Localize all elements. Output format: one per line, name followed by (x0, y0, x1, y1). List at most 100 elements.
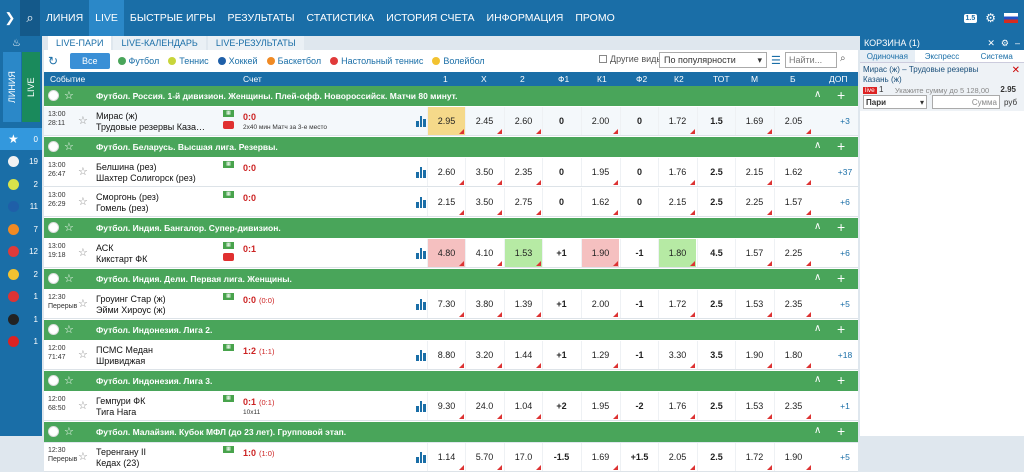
cart-tab-2[interactable]: Система (969, 50, 1024, 62)
odds-cell-2[interactable]: 17.0 (504, 443, 542, 471)
refresh-icon[interactable]: ↻ (48, 54, 62, 68)
odds-cell-М[interactable]: 1.53 (735, 392, 773, 420)
odds-cell-ТОТ[interactable]: 2.5 (697, 443, 735, 471)
odds-cell-X[interactable]: 3.80 (465, 290, 503, 318)
more-markets-link[interactable]: +6 (832, 188, 858, 216)
odds-cell-1[interactable]: 2.15 (427, 188, 465, 216)
odds-cell-М[interactable]: 1.90 (735, 341, 773, 369)
odds-cell-К1[interactable]: 1.95 (581, 158, 619, 186)
odds-cell-Ф1[interactable]: -1.5 (542, 443, 580, 471)
odds-cell-Б[interactable]: 1.62 (774, 158, 812, 186)
odds-cell-Ф2[interactable]: 0 (620, 107, 658, 135)
filter-sport-0[interactable]: Футбол (117, 56, 159, 66)
stats-field-icon[interactable]: ▦ (223, 110, 234, 117)
filter-sport-2[interactable]: Хоккей (217, 56, 258, 66)
filter-sport-4[interactable]: Настольный теннис (330, 56, 423, 66)
stats-field-icon[interactable]: ▦ (223, 242, 234, 249)
more-markets-link[interactable]: +1 (832, 392, 858, 420)
collapse-chevron-icon[interactable]: ∧ (814, 323, 821, 334)
add-icon[interactable]: + (837, 321, 845, 337)
minimize-icon[interactable]: – (1015, 38, 1020, 48)
sidebar-sport-billiards-icon[interactable]: 1 (0, 308, 42, 330)
odds-cell-ТОТ[interactable]: 4.5 (697, 239, 735, 267)
nav-item-4[interactable]: СТАТИСТИКА (301, 0, 381, 36)
event-row[interactable]: 12:00 71:47 ☆ ПСМС Медан Шривиджая ▦ 1:2 (1:1) 8… (44, 341, 858, 370)
sidebar-sport-football-icon[interactable]: 19 (0, 151, 42, 173)
team-home[interactable]: Гроуинг Стар (ж) (96, 294, 166, 304)
odds-cell-Б[interactable]: 1.80 (774, 341, 812, 369)
cart-tab-0[interactable]: Одиночная (860, 50, 915, 62)
odds-cell-Ф2[interactable]: -2 (620, 392, 658, 420)
odds-cell-Б[interactable]: 1.90 (774, 443, 812, 471)
sidebar-sport-hockey-icon[interactable]: 11 (0, 196, 42, 218)
video-stream-icon[interactable] (223, 121, 234, 129)
odds-cell-X[interactable]: 24.0 (465, 392, 503, 420)
odds-cell-1[interactable]: 4.80 (427, 239, 465, 267)
remove-bet-icon[interactable]: ✕ (1012, 65, 1020, 76)
odds-cell-К1[interactable]: 2.00 (581, 107, 619, 135)
favorite-star-icon[interactable]: ☆ (78, 399, 88, 412)
team-away[interactable]: Трудовые резервы Каза… (96, 122, 205, 132)
team-away[interactable]: Кедах (23) (96, 458, 139, 468)
tab-line[interactable]: ЛИНИЯ (3, 52, 21, 122)
add-icon[interactable]: + (837, 87, 845, 103)
odds-cell-ТОТ[interactable]: 2.5 (697, 188, 735, 216)
odds-cell-Ф2[interactable]: 0 (620, 158, 658, 186)
favorite-star-icon[interactable]: ☆ (64, 272, 74, 285)
more-markets-link[interactable]: +5 (832, 443, 858, 471)
settings-icon[interactable]: ⚙ (1001, 38, 1009, 48)
odds-cell-ТОТ[interactable]: 3.5 (697, 341, 735, 369)
odds-cell-Б[interactable]: 2.25 (774, 239, 812, 267)
team-home[interactable]: Гемпури ФК (96, 396, 145, 406)
sidebar-sport-darts-icon[interactable]: 1 (0, 331, 42, 353)
odds-cell-ТОТ[interactable]: 2.5 (697, 290, 735, 318)
sidebar-sport-tennis-icon[interactable]: 2 (0, 173, 42, 195)
favorite-star-icon[interactable]: ☆ (64, 221, 74, 234)
team-away[interactable]: Шривиджая (96, 356, 145, 366)
favorite-star-icon[interactable]: ☆ (78, 195, 88, 208)
search-input[interactable]: Найти... (785, 52, 837, 68)
odds-cell-К1[interactable]: 2.00 (581, 290, 619, 318)
event-row[interactable]: 13:00 19:18 ☆ АСК Кикстарт ФК ▦ 0:1 4.80 4.10 1.5… (44, 239, 858, 268)
stats-field-icon[interactable]: ▦ (223, 395, 234, 402)
nav-item-2[interactable]: БЫСТРЫЕ ИГРЫ (124, 0, 222, 36)
close-all-icon[interactable]: ✕ (987, 38, 995, 48)
favorite-star-icon[interactable]: ☆ (78, 246, 88, 259)
odds-cell-М[interactable]: 1.53 (735, 290, 773, 318)
odds-cell-Ф1[interactable]: 0 (542, 107, 580, 135)
odds-cell-М[interactable]: 2.15 (735, 158, 773, 186)
add-icon[interactable]: + (837, 219, 845, 235)
event-row[interactable]: 13:00 26:29 ☆ Сморгонь (рез) Гомель (рез) ▦ 0:… (44, 188, 858, 217)
sidebar-sport-esports-icon[interactable]: 1 (0, 286, 42, 308)
more-markets-link[interactable]: +37 (832, 158, 858, 186)
event-row[interactable]: 13:00 28:11 ☆ Мирас (ж) Трудовые резервы Каз… (44, 107, 858, 136)
odds-cell-X[interactable]: 4.10 (465, 239, 503, 267)
tab-0[interactable]: LIVE-ПАРИ (48, 36, 112, 50)
odds-cell-X[interactable]: 3.50 (465, 188, 503, 216)
collapse-chevron-icon[interactable]: ∧ (814, 221, 821, 232)
team-home[interactable]: Мирас (ж) (96, 111, 138, 121)
odds-cell-Ф1[interactable]: 0 (542, 158, 580, 186)
menu-chevron-icon[interactable]: ❯ (0, 0, 20, 36)
odds-cell-X[interactable]: 2.45 (465, 107, 503, 135)
odds-cell-X[interactable]: 3.50 (465, 158, 503, 186)
odds-cell-X[interactable]: 3.20 (465, 341, 503, 369)
favorite-star-icon[interactable]: ☆ (64, 323, 74, 336)
odds-cell-К2[interactable]: 2.15 (658, 188, 696, 216)
sidebar-sport-table-tennis-icon[interactable]: 12 (0, 241, 42, 263)
more-markets-link[interactable]: +5 (832, 290, 858, 318)
collapse-chevron-icon[interactable]: ∧ (814, 89, 821, 100)
tab-1[interactable]: LIVE-КАЛЕНДАРЬ (113, 36, 206, 50)
stats-field-icon[interactable]: ▦ (223, 161, 234, 168)
fire-icon[interactable]: ♨ (12, 38, 21, 49)
add-icon[interactable]: + (837, 372, 845, 388)
favorite-star-icon[interactable]: ☆ (64, 89, 74, 102)
odds-cell-К1[interactable]: 1.95 (581, 392, 619, 420)
filter-sport-5[interactable]: Волейбол (432, 56, 485, 66)
sidebar-sport-volleyball-icon[interactable]: 2 (0, 263, 42, 285)
odds-cell-2[interactable]: 1.39 (504, 290, 542, 318)
statistics-icon[interactable] (416, 247, 427, 259)
odds-cell-X[interactable]: 5.70 (465, 443, 503, 471)
stats-field-icon[interactable]: ▦ (223, 446, 234, 453)
favorite-star-icon[interactable]: ☆ (78, 348, 88, 361)
